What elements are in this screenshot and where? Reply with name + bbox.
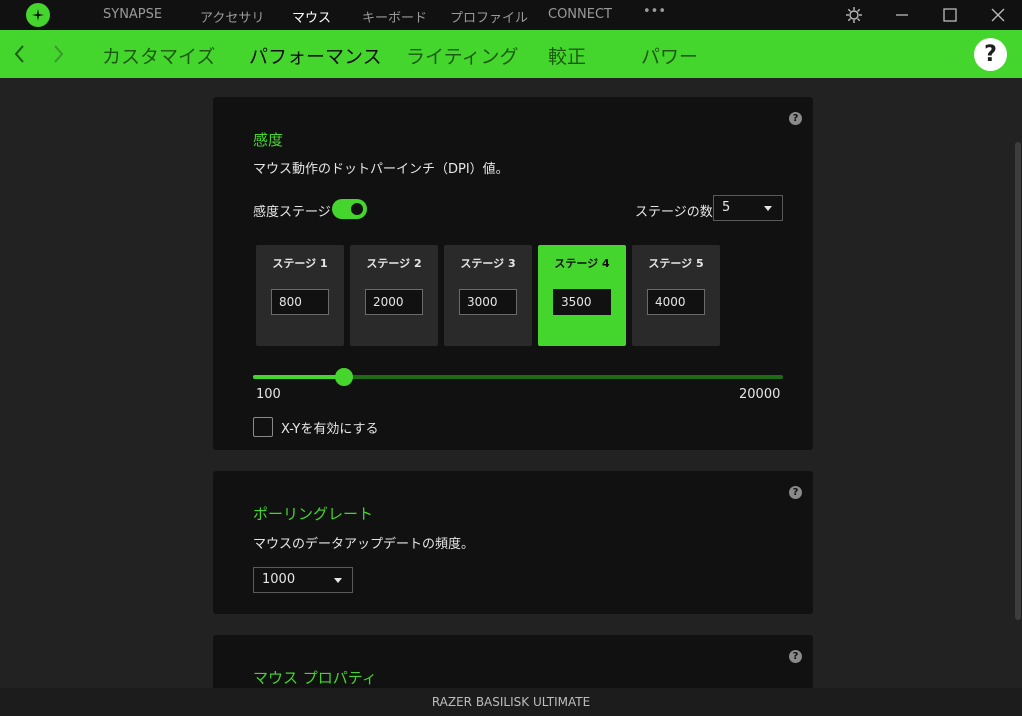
stage-label: ステージ 1 — [272, 257, 328, 270]
polling-rate-card: ? ポーリングレート マウスのデータアップデートの頻度。 1000 — [213, 471, 813, 614]
stage-dpi-input[interactable]: 4000 — [647, 289, 705, 315]
sensitivity-title: 感度 — [253, 131, 284, 149]
topnav-accessories[interactable]: アクセサリ — [200, 7, 264, 26]
xy-enable-label: X-Yを有効にする — [281, 422, 379, 437]
forward-arrow-icon[interactable] — [50, 42, 66, 66]
stage-count-value: 5 — [722, 200, 731, 215]
stage-card-4[interactable]: ステージ 4 3500 — [538, 245, 626, 346]
stage-dpi-input[interactable]: 2000 — [365, 289, 423, 315]
stage-dpi-input[interactable]: 3000 — [459, 289, 517, 315]
stage-count-label: ステージの数 — [635, 205, 713, 220]
stage-label: ステージ 3 — [460, 257, 516, 270]
vertical-scrollbar[interactable] — [1015, 142, 1021, 620]
title-bar: SYNAPSE アクセサリ マウス キーボード プロファイル CONNECT •… — [0, 0, 1022, 30]
maximize-icon[interactable] — [940, 5, 960, 25]
sensitivity-help-icon[interactable]: ? — [789, 112, 802, 125]
polling-rate-description: マウスのデータアップデートの頻度。 — [253, 537, 475, 552]
mouse-properties-help-icon[interactable]: ? — [789, 650, 802, 663]
stage-card-1[interactable]: ステージ 1 800 — [256, 245, 344, 346]
polling-rate-select[interactable]: 1000 — [253, 567, 353, 593]
polling-rate-value: 1000 — [262, 572, 296, 587]
main-content: ? 感度 マウス動作のドットパーインチ（DPI）値。 感度ステージ ステージの数… — [0, 78, 1022, 688]
stage-card-2[interactable]: ステージ 2 2000 — [350, 245, 438, 346]
stage-card-3[interactable]: ステージ 3 3000 — [444, 245, 532, 346]
dpi-slider-track[interactable] — [253, 375, 783, 379]
toggle-knob — [349, 201, 365, 217]
topnav-more-icon[interactable]: ••• — [643, 4, 666, 19]
tab-performance[interactable]: パフォーマンス — [249, 42, 382, 69]
stage-dpi-input[interactable]: 800 — [271, 289, 329, 315]
sensitivity-description: マウス動作のドットパーインチ（DPI）値。 — [253, 162, 509, 177]
minimize-icon[interactable] — [892, 5, 912, 25]
chevron-down-icon — [764, 206, 772, 211]
chevron-down-icon — [334, 578, 342, 583]
sensitivity-card: ? 感度 マウス動作のドットパーインチ（DPI）値。 感度ステージ ステージの数… — [213, 97, 813, 450]
stage-count-select[interactable]: 5 — [713, 195, 783, 221]
tab-calibration[interactable]: 較正 — [548, 42, 586, 69]
topnav-synapse[interactable]: SYNAPSE — [103, 7, 162, 22]
help-icon[interactable]: ? — [974, 38, 1007, 71]
mouse-properties-card: ? マウス プロパティ — [213, 635, 813, 688]
topnav-connect[interactable]: CONNECT — [548, 7, 612, 22]
polling-help-icon[interactable]: ? — [789, 486, 802, 499]
settings-gear-icon[interactable] — [844, 5, 864, 25]
sub-navigation: カスタマイズ パフォーマンス ライティング 較正 パワー — [0, 30, 1022, 78]
dpi-slider-fill — [253, 375, 344, 379]
tab-power[interactable]: パワー — [641, 42, 698, 69]
topnav-mouse[interactable]: マウス — [292, 7, 331, 26]
razer-logo-icon[interactable] — [26, 3, 50, 27]
device-footer: RAZER BASILISK ULTIMATE — [0, 688, 1022, 716]
tab-customize[interactable]: カスタマイズ — [102, 42, 215, 69]
stage-dpi-input[interactable]: 3500 — [553, 289, 611, 315]
xy-enable-checkbox[interactable] — [253, 417, 273, 437]
sensitivity-stages-label: 感度ステージ — [253, 205, 331, 220]
topnav-keyboard[interactable]: キーボード — [362, 7, 427, 26]
stage-label: ステージ 4 — [554, 257, 610, 270]
dpi-slider-thumb[interactable] — [334, 368, 353, 386]
slider-min-label: 100 — [256, 387, 281, 402]
stage-card-5[interactable]: ステージ 5 4000 — [632, 245, 720, 346]
back-arrow-icon[interactable] — [12, 42, 28, 66]
close-icon[interactable] — [988, 5, 1008, 25]
mouse-properties-title: マウス プロパティ — [253, 669, 377, 687]
stage-label: ステージ 2 — [366, 257, 422, 270]
tab-lighting[interactable]: ライティング — [406, 42, 518, 69]
slider-max-label: 20000 — [739, 387, 781, 402]
polling-rate-title: ポーリングレート — [253, 505, 374, 523]
topnav-profiles[interactable]: プロファイル — [450, 7, 528, 26]
stage-label: ステージ 5 — [648, 257, 704, 270]
sensitivity-stages-toggle[interactable] — [332, 199, 367, 219]
